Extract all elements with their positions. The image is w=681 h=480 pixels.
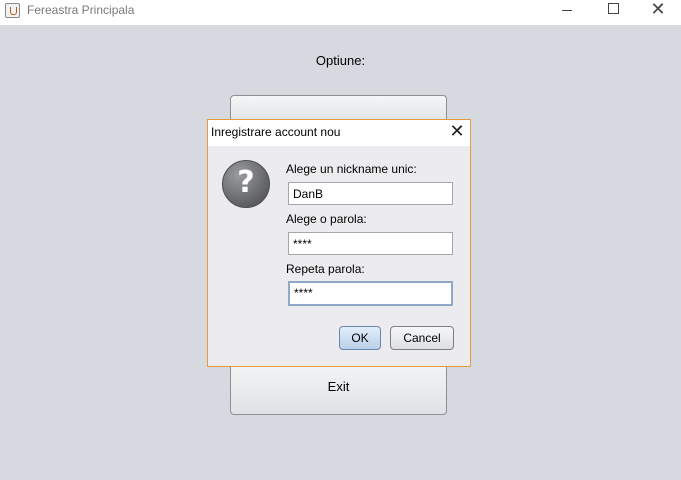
dialog-title: Inregistrare account nou bbox=[211, 125, 341, 139]
ok-button[interactable]: OK bbox=[339, 326, 381, 350]
nickname-label: Alege un nickname unic: bbox=[286, 162, 417, 176]
option-label: Optiune: bbox=[315, 53, 366, 68]
dialog-close-button[interactable]: ✕ bbox=[446, 121, 468, 145]
repeat-password-input[interactable]: **** bbox=[288, 281, 453, 306]
repeat-password-label: Repeta parola: bbox=[286, 262, 365, 276]
close-icon: ✕ bbox=[449, 121, 465, 142]
nickname-input[interactable]: DanB bbox=[288, 182, 453, 205]
close-button[interactable]: ✕ bbox=[635, 0, 681, 22]
main-title-bar: Fereastra Principala ✕ bbox=[0, 0, 681, 25]
minimize-button[interactable] bbox=[544, 0, 590, 22]
password-label: Alege o parola: bbox=[286, 212, 367, 226]
java-cup-icon bbox=[5, 3, 20, 18]
exit-button-label: Exit bbox=[327, 379, 350, 394]
maximize-icon bbox=[607, 3, 619, 14]
cancel-button[interactable]: Cancel bbox=[390, 326, 454, 350]
minimize-icon bbox=[562, 9, 572, 11]
close-icon: ✕ bbox=[650, 0, 666, 20]
window-title: Fereastra Principala bbox=[27, 3, 135, 17]
password-input[interactable]: **** bbox=[288, 232, 453, 255]
maximize-button[interactable] bbox=[590, 0, 636, 22]
register-dialog: Inregistrare account nou ✕ ? Alege un ni… bbox=[207, 119, 471, 367]
question-icon: ? bbox=[222, 160, 270, 208]
dialog-title-bar: Inregistrare account nou ✕ bbox=[208, 120, 470, 146]
